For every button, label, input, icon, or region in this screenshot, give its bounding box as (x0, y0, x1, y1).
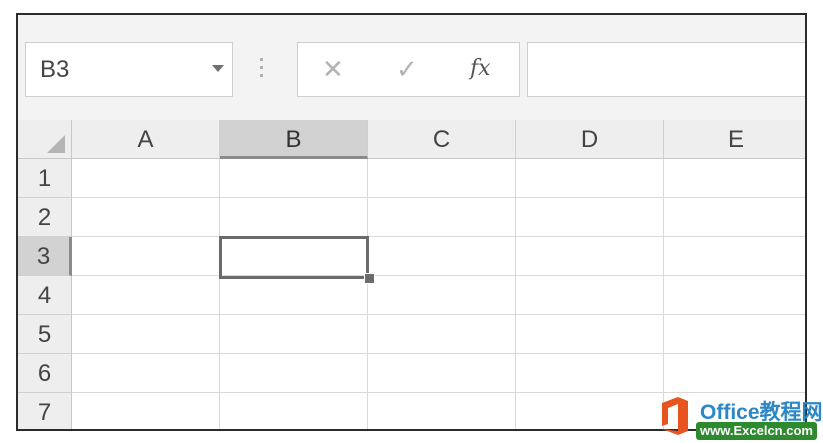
row-header-6[interactable]: 6 (18, 354, 72, 393)
cell-a7[interactable] (72, 393, 220, 429)
cell-e4[interactable] (664, 276, 805, 315)
office-logo-icon (662, 397, 688, 435)
cell-b7[interactable] (220, 393, 368, 429)
row-header-4[interactable]: 4 (18, 276, 72, 315)
column-header-d[interactable]: D (516, 120, 664, 159)
cell-c2[interactable] (368, 198, 516, 237)
cell-d6[interactable] (516, 354, 664, 393)
formula-buttons: ✕ ✓ fx (297, 42, 520, 97)
cell-d4[interactable] (516, 276, 664, 315)
cell-c4[interactable] (368, 276, 516, 315)
cell-e2[interactable] (664, 198, 805, 237)
name-box-value: B3 (40, 56, 70, 83)
fill-handle[interactable] (364, 273, 375, 284)
cell-a2[interactable] (72, 198, 220, 237)
active-cell-b3[interactable] (219, 236, 369, 279)
cell-d1[interactable] (516, 159, 664, 198)
insert-function-icon[interactable]: fx (470, 56, 491, 81)
cell-a5[interactable] (72, 315, 220, 354)
cell-c7[interactable] (368, 393, 516, 429)
row-header-1[interactable]: 1 (18, 159, 72, 198)
row-header-3[interactable]: 3 (18, 237, 72, 276)
cell-c6[interactable] (368, 354, 516, 393)
chevron-down-icon[interactable] (212, 65, 224, 72)
cell-a6[interactable] (72, 354, 220, 393)
column-header-e[interactable]: E (664, 120, 805, 159)
cell-a1[interactable] (72, 159, 220, 198)
cell-a3[interactable] (72, 237, 220, 276)
row-header-5[interactable]: 5 (18, 315, 72, 354)
cell-d3[interactable] (516, 237, 664, 276)
column-header-a[interactable]: A (72, 120, 220, 159)
cell-c1[interactable] (368, 159, 516, 198)
name-box[interactable]: B3 (25, 42, 233, 97)
column-header-b[interactable]: B (220, 120, 368, 159)
worksheet-grid: A B C D E 1 2 3 4 5 6 7 (18, 120, 805, 429)
drag-handle-icon[interactable] (259, 58, 265, 82)
formula-input[interactable] (527, 42, 805, 97)
excel-window: B3 ✕ ✓ fx A B C D E 1 2 3 4 5 6 7 (16, 13, 807, 431)
cell-e1[interactable] (664, 159, 805, 198)
column-header-c[interactable]: C (368, 120, 516, 159)
cell-b1[interactable] (220, 159, 368, 198)
cell-e6[interactable] (664, 354, 805, 393)
select-all-button[interactable] (18, 120, 72, 159)
cell-b6[interactable] (220, 354, 368, 393)
cell-c3[interactable] (368, 237, 516, 276)
watermark: Office教程网 www.Excelcn.com (660, 396, 823, 442)
row-header-7[interactable]: 7 (18, 393, 72, 429)
cell-d7[interactable] (516, 393, 664, 429)
cell-a4[interactable] (72, 276, 220, 315)
cell-b2[interactable] (220, 198, 368, 237)
cell-b4[interactable] (220, 276, 368, 315)
cell-d2[interactable] (516, 198, 664, 237)
watermark-url: www.Excelcn.com (696, 422, 817, 440)
formula-bar-row: B3 ✕ ✓ fx (18, 15, 805, 118)
cancel-icon[interactable]: ✕ (322, 54, 344, 85)
cell-b5[interactable] (220, 315, 368, 354)
row-header-2[interactable]: 2 (18, 198, 72, 237)
cell-d5[interactable] (516, 315, 664, 354)
select-all-icon (47, 135, 65, 153)
cell-e3[interactable] (664, 237, 805, 276)
cell-e5[interactable] (664, 315, 805, 354)
cell-c5[interactable] (368, 315, 516, 354)
enter-icon[interactable]: ✓ (396, 54, 418, 85)
